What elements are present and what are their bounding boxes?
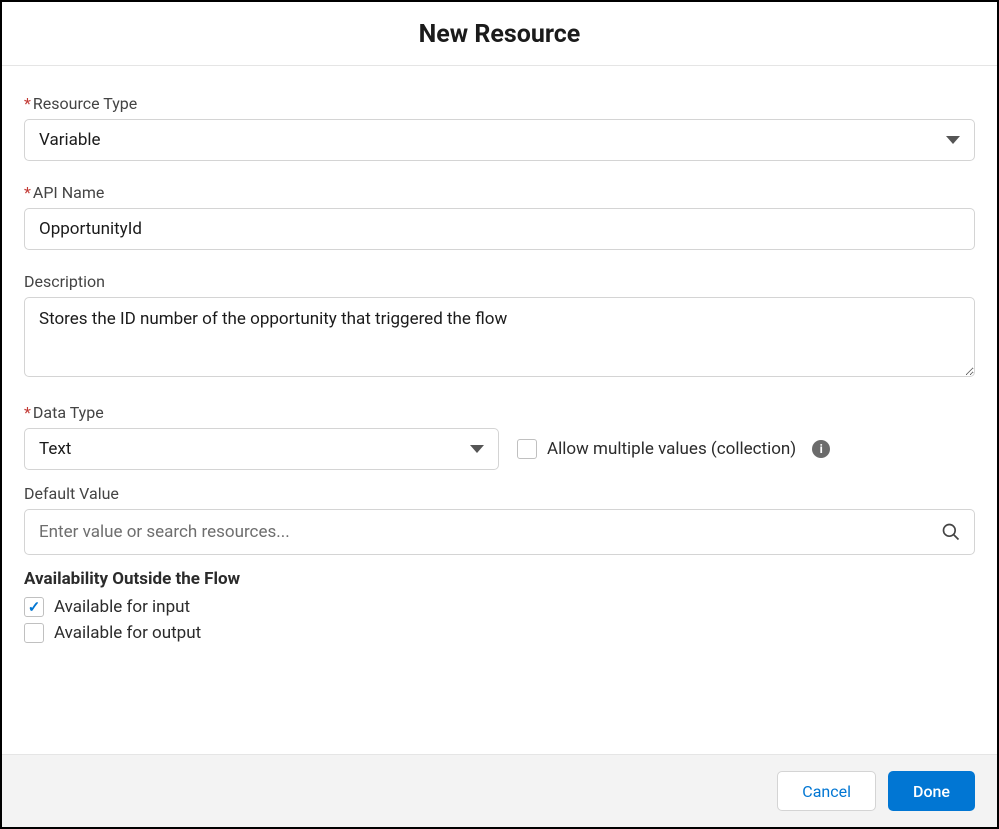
modal-body: *Resource Type Variable *API Name Descri…: [2, 66, 997, 754]
caret-down-icon: [946, 136, 960, 144]
modal-footer: Cancel Done: [2, 754, 997, 827]
allow-multiple-checkbox[interactable]: [517, 439, 537, 459]
required-asterisk: *: [24, 403, 31, 422]
availability-heading: Availability Outside the Flow: [24, 569, 975, 589]
available-for-input-checkbox[interactable]: [24, 597, 44, 617]
data-type-label: *Data Type: [24, 403, 975, 422]
search-icon: [941, 522, 961, 542]
default-value-input[interactable]: [24, 509, 975, 555]
description-label: Description: [24, 272, 975, 291]
modal-title: New Resource: [2, 20, 997, 49]
default-value-group: Default Value: [24, 484, 975, 555]
api-name-group: *API Name: [24, 183, 975, 250]
allow-multiple-label: Allow multiple values (collection): [547, 439, 796, 459]
required-asterisk: *: [24, 183, 31, 202]
available-for-output-label: Available for output: [54, 623, 201, 643]
required-asterisk: *: [24, 94, 31, 113]
availability-list: Available for input Available for output: [24, 597, 975, 643]
resource-type-label: *Resource Type: [24, 94, 975, 113]
data-type-row: Text Allow multiple values (collection) …: [24, 428, 975, 470]
available-for-input-label: Available for input: [54, 597, 190, 617]
resource-type-group: *Resource Type Variable: [24, 94, 975, 161]
done-button[interactable]: Done: [888, 771, 975, 811]
default-value-wrap: [24, 509, 975, 555]
api-name-input[interactable]: [24, 208, 975, 250]
info-icon[interactable]: i: [812, 440, 830, 458]
description-textarea[interactable]: [24, 297, 975, 377]
new-resource-modal: New Resource *Resource Type Variable *AP…: [0, 0, 999, 829]
cancel-button[interactable]: Cancel: [777, 771, 876, 811]
data-type-group: *Data Type Text Allow multiple values (c…: [24, 403, 975, 470]
resource-type-select[interactable]: Variable: [24, 119, 975, 161]
available-for-input-row: Available for input: [24, 597, 975, 617]
resource-type-value: Variable: [39, 130, 101, 150]
data-type-select[interactable]: Text: [24, 428, 499, 470]
modal-header: New Resource: [2, 2, 997, 66]
allow-multiple-row: Allow multiple values (collection) i: [517, 439, 830, 459]
available-for-output-checkbox[interactable]: [24, 623, 44, 643]
description-group: Description: [24, 272, 975, 381]
api-name-label: *API Name: [24, 183, 975, 202]
data-type-value: Text: [39, 439, 71, 459]
available-for-output-row: Available for output: [24, 623, 975, 643]
caret-down-icon: [470, 445, 484, 453]
default-value-label: Default Value: [24, 484, 975, 503]
